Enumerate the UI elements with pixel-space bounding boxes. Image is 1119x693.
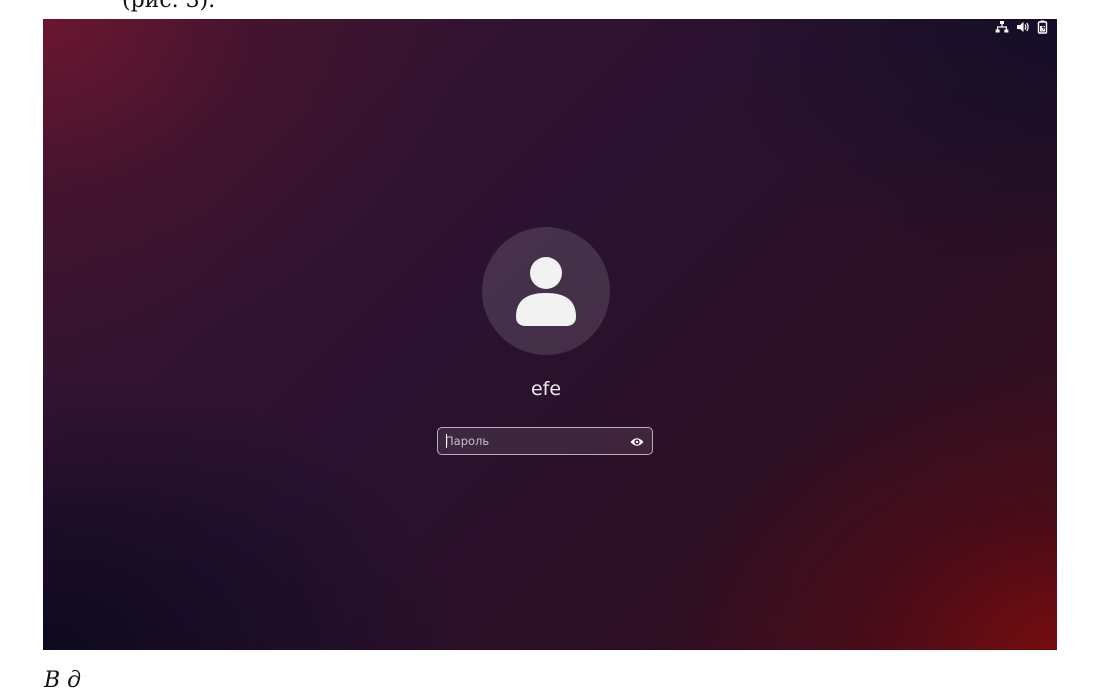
document-caption-bottom: В д — [44, 668, 82, 693]
text-caret — [446, 434, 447, 448]
eye-icon[interactable] — [630, 435, 644, 447]
login-dialog: efe — [43, 19, 1057, 650]
user-avatar[interactable] — [482, 227, 610, 355]
user-avatar-icon — [516, 257, 576, 326]
login-screen: efe — [43, 19, 1057, 650]
document-caption-top: (рис. 3). — [122, 0, 216, 13]
password-input[interactable] — [445, 432, 625, 450]
password-entry[interactable] — [437, 427, 653, 455]
username-label: efe — [530, 378, 562, 400]
